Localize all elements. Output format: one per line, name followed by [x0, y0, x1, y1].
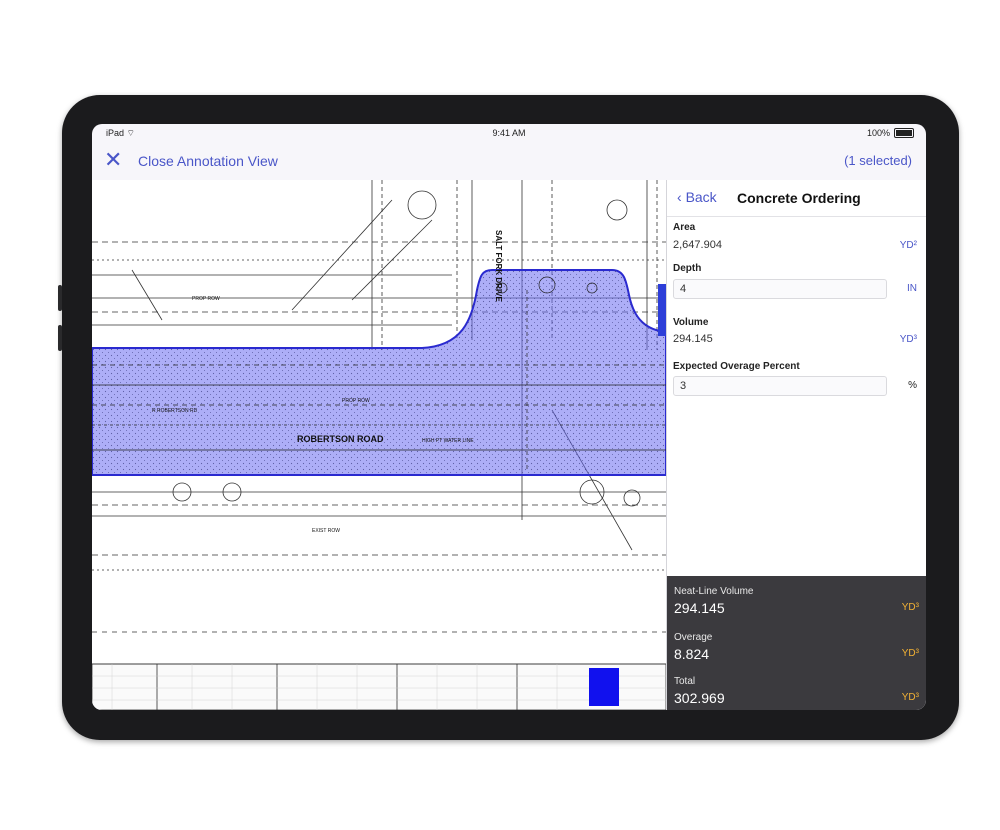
- area-value: 2,647.904: [673, 239, 722, 251]
- volume-unit: YD³: [899, 334, 917, 345]
- depth-field: Depth 4 IN: [673, 261, 921, 315]
- battery-percent: 100%: [866, 128, 890, 138]
- overage-unit: YD³: [901, 648, 919, 659]
- street-label: SALT FORK DRIVE: [494, 230, 503, 303]
- volume-down-button: [58, 325, 62, 351]
- area-field: Area 2,647.904 YD²: [673, 217, 921, 261]
- neat-line-volume-label: Neat-Line Volume: [674, 586, 754, 597]
- overage-percent-unit: %: [908, 380, 917, 391]
- status-right: 100%: [867, 128, 914, 138]
- overage-field: Expected Overage Percent 3 %: [673, 359, 921, 409]
- annotation-navbar: ✕ Close Annotation View (1 selected): [92, 142, 926, 180]
- total-unit: YD³: [901, 692, 919, 703]
- back-button[interactable]: ‹ Back: [677, 189, 717, 205]
- area-label: Area: [673, 222, 696, 233]
- annotation-prop-row: PROP ROW: [192, 296, 220, 302]
- battery-icon: [894, 128, 914, 138]
- ipad-screen: iPad ⌔ 9:41 AM 100% ✕ Close Annotation V…: [92, 124, 926, 710]
- plan-drawing[interactable]: ROBERTSON ROAD SALT FORK DRIVE PROP ROW …: [92, 180, 667, 710]
- annotation-exist-row: EXIST ROW: [312, 528, 340, 534]
- volume-up-button: [58, 285, 62, 311]
- total-label: Total: [674, 676, 696, 687]
- close-icon[interactable]: ✕: [104, 149, 124, 171]
- neat-line-volume-value: 294.145: [674, 600, 725, 616]
- depth-input[interactable]: 4: [673, 279, 887, 299]
- selection-handle[interactable]: [658, 284, 666, 336]
- overage-percent-input[interactable]: 3: [673, 376, 887, 396]
- depth-unit: IN: [907, 283, 917, 294]
- total-value: 302.969: [674, 690, 725, 706]
- depth-label: Depth: [673, 263, 702, 274]
- annotation-water-line: HIGH PT WATER LINE: [422, 438, 474, 444]
- selection-count: (1 selected): [844, 153, 912, 168]
- concrete-ordering-panel: ‹ Back Concrete Ordering Area 2,647.904 …: [666, 180, 926, 710]
- area-unit: YD²: [899, 240, 917, 251]
- back-label: Back: [685, 189, 717, 205]
- status-time: 9:41 AM: [492, 128, 526, 138]
- plan-sheet-svg[interactable]: ROBERTSON ROAD SALT FORK DRIVE PROP ROW …: [92, 180, 667, 710]
- status-bar: iPad ⌔ 9:41 AM 100%: [92, 124, 926, 142]
- chevron-left-icon: ‹: [677, 189, 682, 205]
- volume-field: Volume 294.145 YD³: [673, 315, 921, 359]
- totals-summary: Neat-Line Volume 294.145 YD³ Overage 8.8…: [667, 576, 926, 710]
- volume-value: 294.145: [673, 333, 713, 345]
- panel-header: ‹ Back Concrete Ordering: [667, 180, 926, 217]
- road-label: ROBERTSON ROAD: [297, 434, 384, 444]
- overage-label: Overage: [674, 632, 713, 643]
- panel-title: Concrete Ordering: [737, 190, 861, 206]
- annotation-centerline: R ROBERTSON RD: [152, 408, 198, 414]
- overage-percent-label: Expected Overage Percent: [673, 361, 800, 372]
- overage-value: 8.824: [674, 646, 710, 662]
- legend-swatch: [589, 668, 619, 706]
- concrete-texture: [92, 270, 666, 475]
- neat-line-volume-unit: YD³: [901, 602, 919, 613]
- volume-label: Volume: [673, 317, 709, 328]
- close-annotation-view-button[interactable]: Close Annotation View: [138, 153, 278, 169]
- annotation-prop-row-2: PROP ROW: [342, 398, 370, 404]
